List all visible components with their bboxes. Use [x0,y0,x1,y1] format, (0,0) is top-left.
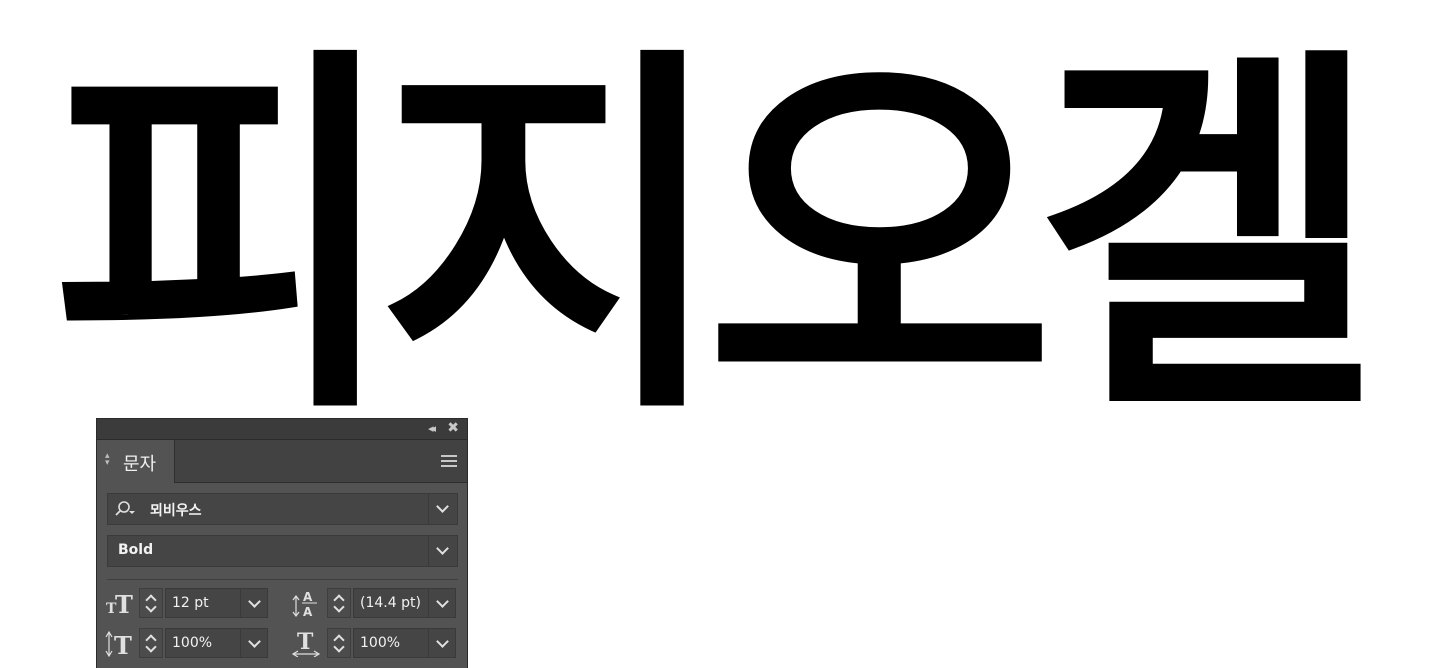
svg-text:A: A [303,605,313,617]
horizontal-scale-stepper[interactable] [327,628,351,658]
collapse-panel-icon[interactable]: ◂◂ [428,422,436,435]
chevron-down-icon [436,542,449,555]
font-style-value: Bold [118,542,154,558]
font-size-field[interactable]: 12 pt [165,588,241,618]
chevron-down-icon [248,635,261,648]
document-canvas: 피지오겔 ◂◂ ✖ ▴ ▾ 문자 뫼비우스 Bold T T 12 pt A A… [0,0,1440,668]
horizontal-scale-icon: T [291,629,321,657]
svg-text:T: T [114,631,132,657]
panel-menu-icon[interactable] [441,455,457,467]
vertical-scale-field[interactable]: 100% [165,628,241,658]
svg-text:A: A [303,590,313,604]
svg-text:T: T [297,629,314,655]
tab-character[interactable]: ▴ ▾ 문자 [97,440,175,483]
chevron-down-icon [436,635,449,648]
font-style-chevron[interactable] [428,536,457,566]
vertical-scale-icon: T [105,630,132,657]
leading-stepper[interactable] [327,588,351,618]
font-family-dropdown[interactable]: 뫼비우스 [107,493,458,525]
character-panel: ◂◂ ✖ ▴ ▾ 문자 뫼비우스 Bold T T 12 pt A A (14.… [96,418,468,668]
svg-text:T: T [115,590,133,617]
close-panel-icon[interactable]: ✖ [447,420,459,436]
leading-field[interactable]: (14.4 pt) [353,588,429,618]
chevron-down-icon [248,595,261,608]
document-text-layer[interactable]: 피지오겔 [50,24,1440,454]
font-family-chevron[interactable] [428,494,457,524]
font-size-dropdown[interactable] [240,588,268,618]
vertical-scale-dropdown[interactable] [240,628,268,658]
panel-titlebar[interactable]: ◂◂ ✖ [97,419,467,440]
tab-label: 문자 [123,454,157,475]
size-leading-row: T T 12 pt A A (14.4 pt) [103,587,463,619]
font-style-dropdown[interactable]: Bold [107,535,458,567]
panel-divider [107,579,458,580]
leading-icon: A A [292,590,317,617]
tab-reorder-icon: ▴ ▾ [105,451,110,468]
scale-row: T 100% T 100% [103,627,463,659]
vertical-scale-stepper[interactable] [139,628,163,658]
leading-dropdown[interactable] [428,588,456,618]
horizontal-scale-dropdown[interactable] [428,628,456,658]
font-size-stepper[interactable] [139,588,163,618]
font-size-icon: T T [106,590,133,617]
search-icon[interactable] [114,500,136,518]
font-family-value: 뫼비우스 [150,503,202,519]
chevron-down-icon [436,500,449,513]
chevron-down-icon [436,595,449,608]
horizontal-scale-field[interactable]: 100% [353,628,429,658]
panel-tab-row: ▴ ▾ 문자 [97,440,467,483]
